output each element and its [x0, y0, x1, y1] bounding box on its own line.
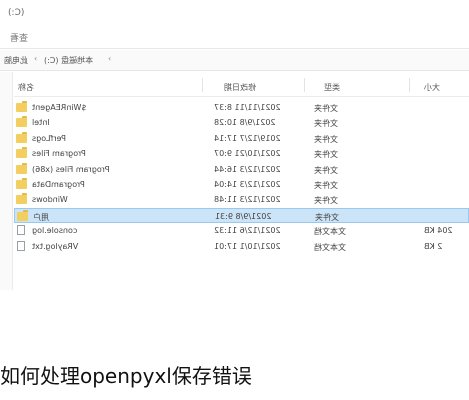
file-type: 文件夹 [314, 134, 338, 144]
folder-icon [16, 164, 27, 174]
file-type: 文件夹 [315, 212, 339, 222]
table-row[interactable]: Intel 2021/9/8 10:28 文件夹 [14, 115, 469, 130]
breadcrumb-drive[interactable]: 本地磁盘 (C:) [44, 55, 93, 66]
folder-icon [16, 133, 27, 143]
file-date: 2021/12/3 14:04 [214, 179, 281, 189]
folder-icon [16, 179, 27, 189]
file-type: 文件夹 [314, 119, 338, 129]
column-separator[interactable] [409, 78, 410, 92]
table-row[interactable]: PerfLogs 2019/12/7 17:14 文件夹 [14, 131, 469, 146]
text-file-icon [17, 240, 25, 251]
file-date: 2021/10/1 17:01 [214, 241, 281, 251]
file-name: Intel [32, 118, 50, 128]
file-name: 用户 [33, 212, 49, 222]
file-name: $WinREAgent [32, 103, 87, 112]
table-row[interactable]: $WinREAgent 2021/11/11 8:37 文件夹 [14, 100, 469, 115]
file-type: 文本文档 [314, 242, 346, 252]
file-date: 2021/10/21 9:07 [214, 149, 281, 159]
folder-icon [16, 195, 27, 205]
file-name: ProgramData [32, 179, 85, 189]
file-date: 2021/12/3 11:48 [214, 195, 281, 205]
folder-icon [17, 211, 28, 221]
file-rows: $WinREAgent 2021/11/11 8:37 文件夹 Intel 2021/9… [14, 100, 469, 254]
column-header-type[interactable]: 类型 [324, 82, 340, 93]
address-bar[interactable]: 此电脑 › 本地磁盘 (C:) › [0, 50, 469, 71]
file-type: 文件夹 [314, 150, 338, 160]
file-type: 文件夹 [314, 180, 338, 190]
column-header-size[interactable]: 大小 [424, 82, 440, 93]
table-row[interactable]: console.log 2021/12/6 11:32 文本文档 204 KB [14, 223, 469, 238]
page-caption: 如何处理openpyxl保存错误 [0, 364, 252, 388]
file-type: 文件夹 [314, 196, 338, 206]
text-file-icon [17, 225, 25, 236]
folder-icon [16, 103, 27, 112]
table-row[interactable]: Program Files (x86) 2021/12/3 16:44 文件夹 [14, 162, 469, 177]
column-header-name[interactable]: 名称 [18, 82, 34, 93]
file-size: 2 KB [424, 241, 443, 251]
file-name: console.log [32, 226, 78, 236]
chevron-right-icon: › [108, 54, 112, 63]
file-date: 2021/11/11 8:37 [214, 103, 281, 112]
file-list-pane: 名称 修改日期 类型 大小 $WinREAgent 2021/11/11 8:37… [0, 72, 469, 290]
table-row[interactable]: VRaylog.txt 2021/10/1 17:01 文本文档 2 KB [14, 239, 469, 254]
file-name: Program Files [32, 149, 86, 159]
file-date: 2021/9/8 10:28 [214, 118, 276, 128]
file-name: Program Files (x86) [32, 164, 110, 174]
table-row[interactable]: Program Files 2021/10/21 9:07 文件夹 [14, 146, 469, 161]
title-bar: (C:) [0, 0, 469, 28]
chevron-right-icon: › [34, 54, 38, 63]
breadcrumb-this-pc[interactable]: 此电脑 [4, 55, 28, 66]
file-size: 204 KB [424, 226, 453, 236]
file-date: 2019/12/7 17:14 [214, 133, 281, 143]
file-type: 文本文档 [314, 227, 346, 237]
column-separator[interactable] [304, 78, 305, 92]
column-header-row: 名称 修改日期 类型 大小 [14, 76, 469, 97]
file-type: 文件夹 [314, 104, 338, 113]
folder-icon [16, 149, 27, 159]
window-title: (C:) [8, 8, 25, 18]
file-name: VRaylog.txt [32, 241, 79, 251]
column-header-date[interactable]: 修改日期 [224, 82, 256, 93]
nav-pane [0, 72, 13, 290]
table-row[interactable]: Windows 2021/12/3 11:48 文件夹 [14, 192, 469, 207]
ribbon-tab-view[interactable]: 查看 [10, 31, 28, 44]
file-type: 文件夹 [314, 165, 338, 175]
ribbon: 查看 [0, 28, 469, 49]
file-name: Windows [32, 195, 68, 205]
file-date: 2021/9/8 9:31 [215, 211, 272, 221]
mirrored-explorer-window: (C:) 查看 此电脑 › 本地磁盘 (C:) › 名称 修改日期 类型 大小 … [0, 0, 469, 290]
file-date: 2021/12/6 11:32 [214, 226, 281, 236]
folder-icon [16, 118, 27, 128]
table-row[interactable]: ProgramData 2021/12/3 14:04 文件夹 [14, 177, 469, 192]
table-row[interactable]: 用户 2021/9/8 9:31 文件夹 [14, 207, 469, 224]
column-separator[interactable] [202, 78, 203, 92]
file-date: 2021/12/3 16:44 [214, 164, 281, 174]
file-name: PerfLogs [32, 133, 67, 143]
